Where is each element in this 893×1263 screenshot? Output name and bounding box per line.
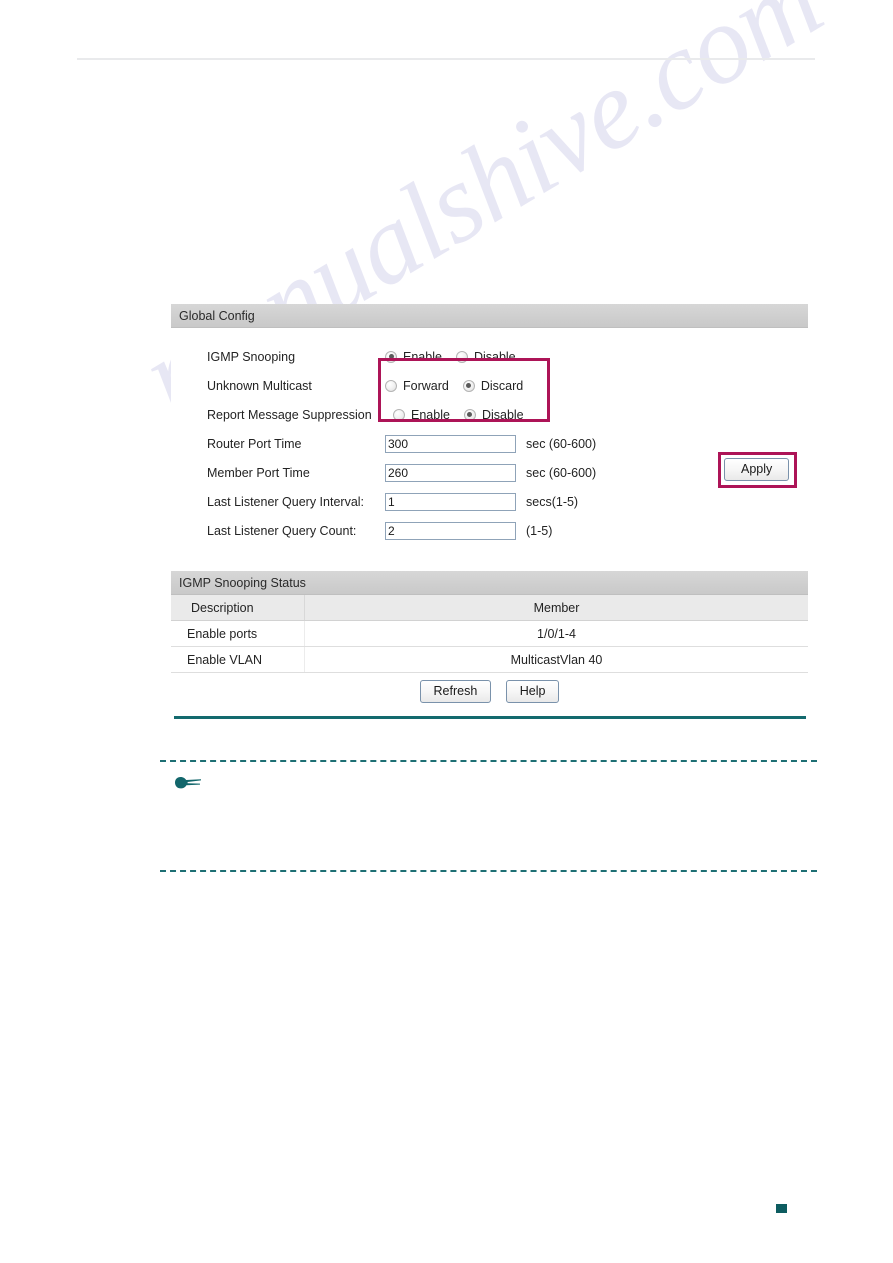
field-last-listener-query-count: (1-5) <box>385 521 553 540</box>
cell-description: Enable ports <box>171 620 305 647</box>
member-port-time-input[interactable] <box>385 463 516 482</box>
radio-indicator-on-icon <box>385 350 397 363</box>
unit-last-listener-query-interval: secs(1-5) <box>526 494 579 509</box>
radio-report-suppression-enable[interactable]: Enable <box>393 408 450 422</box>
apply-button[interactable]: Apply <box>724 458 790 481</box>
label-member-port-time: Member Port Time <box>207 465 310 480</box>
field-last-listener-query-interval: secs(1-5) <box>385 492 579 511</box>
cell-member: 1/0/1-4 <box>304 620 808 647</box>
radio-label: Discard <box>480 378 524 393</box>
radio-label: Enable <box>403 349 442 364</box>
field-member-port-time: sec (60-600) <box>385 463 597 482</box>
radio-label: Enable <box>411 407 450 422</box>
radio-label: Disable <box>481 407 524 422</box>
apply-button-wrapper: Apply <box>724 458 790 481</box>
last-listener-query-count-input[interactable] <box>385 521 516 540</box>
unit-last-listener-query-count: (1-5) <box>526 523 553 538</box>
row-last-listener-query-interval: Last Listener Query Interval: secs(1-5) <box>171 487 808 516</box>
column-header-member: Member <box>304 595 808 621</box>
table-row: Enable VLAN MulticastVlan 40 <box>171 646 808 673</box>
radio-unknown-multicast-forward[interactable]: Forward <box>385 379 449 393</box>
column-header-description: Description <box>171 595 305 621</box>
label-router-port-time: Router Port Time <box>207 436 302 451</box>
label-unknown-multicast: Unknown Multicast <box>207 378 312 393</box>
last-listener-query-interval-input[interactable] <box>385 492 516 511</box>
radio-label: Disable <box>473 349 516 364</box>
global-config-form: IGMP Snooping Enable Disable Unknown Mul… <box>171 328 808 555</box>
label-igmp-snooping: IGMP Snooping <box>207 349 296 364</box>
page-header-rule <box>77 58 815 60</box>
unit-member-port-time: sec (60-600) <box>526 465 597 480</box>
label-report-message-suppression: Report Message Suppression <box>207 407 372 422</box>
row-igmp-snooping: IGMP Snooping Enable Disable <box>171 342 808 371</box>
radio-indicator-off-icon <box>455 350 468 363</box>
section-divider-rule <box>174 716 806 719</box>
igmp-snooping-page: Global Config IGMP Snooping Enable Disab… <box>171 304 808 709</box>
row-report-message-suppression: Report Message Suppression Enable Disabl… <box>171 400 808 429</box>
page-corner-marker <box>776 1204 787 1213</box>
radio-igmp-snooping-enable[interactable]: Enable <box>385 350 442 364</box>
cell-description: Enable VLAN <box>171 646 305 673</box>
global-config-panel: Global Config IGMP Snooping Enable Disab… <box>171 304 808 555</box>
radio-label: Forward <box>403 378 449 393</box>
note-callout <box>160 760 817 872</box>
global-config-panel-title: Global Config <box>171 304 808 328</box>
refresh-button[interactable]: Refresh <box>419 680 492 703</box>
pointing-hand-icon <box>173 774 205 792</box>
radio-report-suppression-disable[interactable]: Disable <box>463 407 524 422</box>
label-last-listener-query-interval: Last Listener Query Interval: <box>207 494 365 509</box>
radio-group-unknown-multicast: Forward Discard <box>385 379 537 393</box>
radio-indicator-on-icon <box>462 379 475 392</box>
radio-indicator-on-icon <box>463 408 476 421</box>
row-unknown-multicast: Unknown Multicast Forward Discard <box>171 371 808 400</box>
status-table-actions: Refresh Help <box>171 673 808 709</box>
router-port-time-input[interactable] <box>385 434 516 453</box>
radio-igmp-snooping-disable[interactable]: Disable <box>455 349 516 364</box>
unit-router-port-time: sec (60-600) <box>526 436 597 451</box>
radio-indicator-off-icon <box>385 379 397 392</box>
cell-member: MulticastVlan 40 <box>304 646 808 673</box>
status-table: Description Member Enable ports 1/0/1-4 … <box>171 595 808 673</box>
table-row: Enable ports 1/0/1-4 <box>171 620 808 647</box>
radio-indicator-off-icon <box>393 408 405 421</box>
label-last-listener-query-count: Last Listener Query Count: <box>207 523 357 538</box>
help-button[interactable]: Help <box>505 680 560 703</box>
status-panel-title: IGMP Snooping Status <box>171 571 808 595</box>
radio-unknown-multicast-discard[interactable]: Discard <box>462 378 524 393</box>
radio-group-igmp-snooping: Enable Disable <box>385 350 530 364</box>
row-last-listener-query-count: Last Listener Query Count: (1-5) <box>171 516 808 545</box>
radio-group-report-message-suppression: Enable Disable <box>393 408 538 422</box>
row-router-port-time: Router Port Time sec (60-600) <box>171 429 808 458</box>
field-router-port-time: sec (60-600) <box>385 434 597 453</box>
row-member-port-time: Member Port Time sec (60-600) <box>171 458 808 487</box>
igmp-snooping-status-panel: IGMP Snooping Status Description Member … <box>171 571 808 709</box>
table-header-row: Description Member <box>171 595 808 621</box>
